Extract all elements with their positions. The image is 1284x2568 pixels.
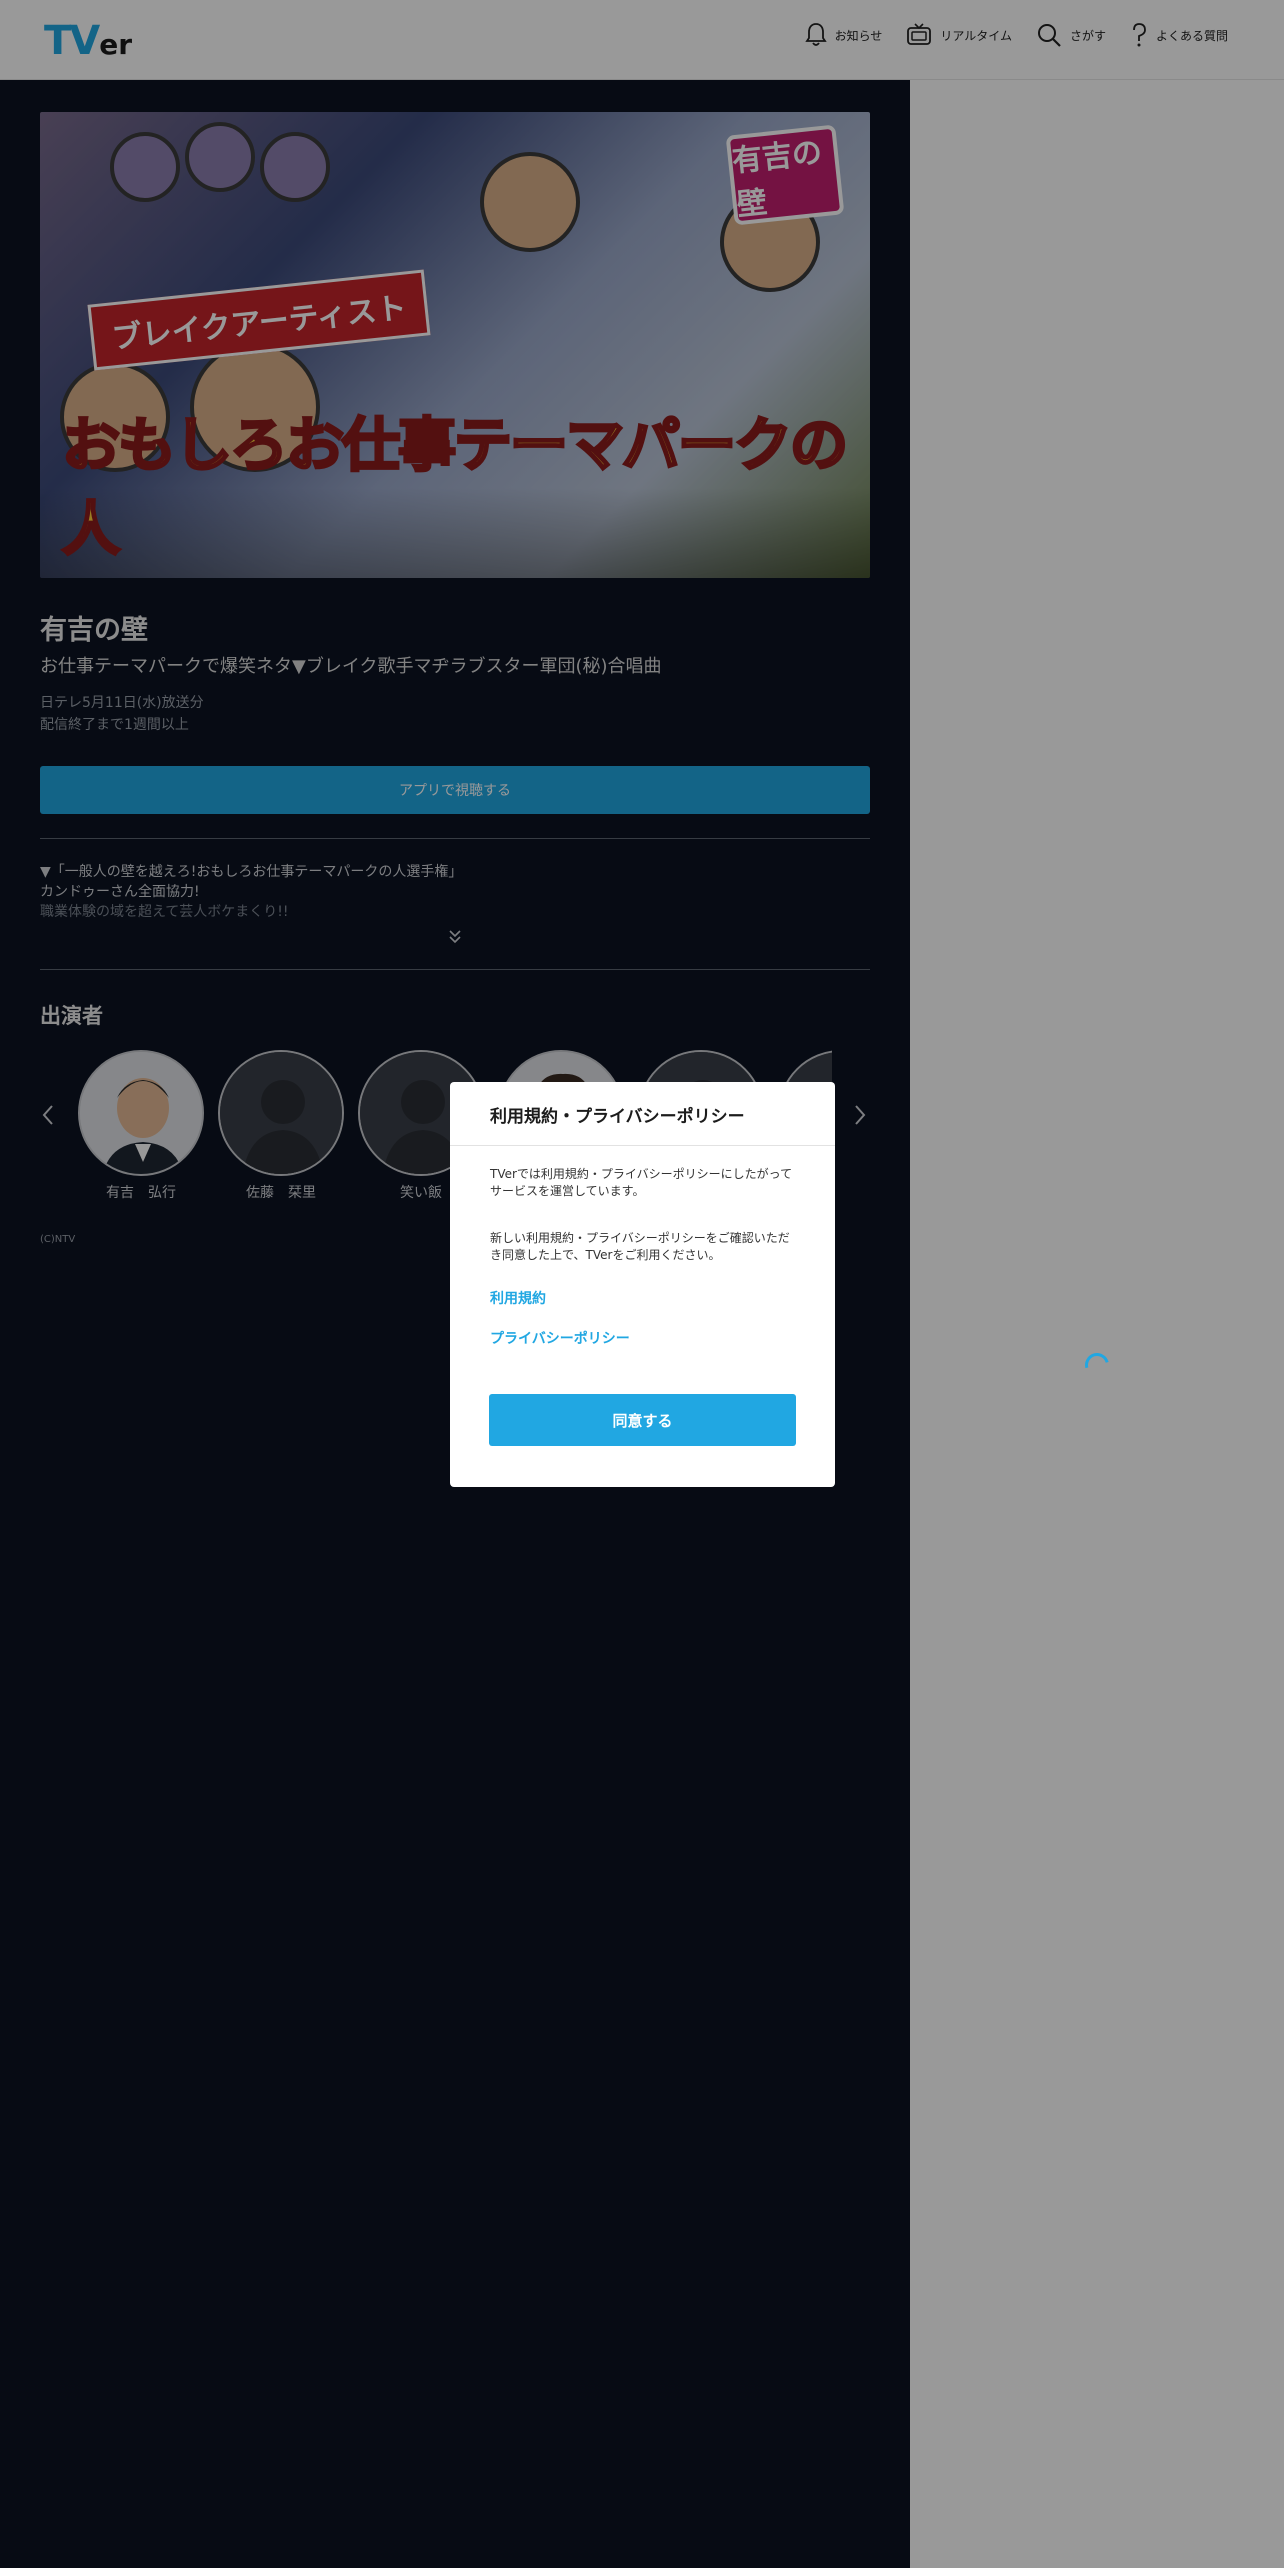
terms-modal: 利用規約・プライバシーポリシー TVerでは利用規約・プライバシーポリシーにした… [450,1082,835,1487]
modal-paragraph: TVerでは利用規約・プライバシーポリシーにしたがってサービスを運営しています。 [490,1167,793,1198]
privacy-policy-link[interactable]: プライバシーポリシー [490,1328,795,1348]
terms-link[interactable]: 利用規約 [490,1288,795,1308]
modal-paragraph: 新しい利用規約・プライバシーポリシーをご確認いただき同意した上で、TVerをご利… [490,1231,790,1262]
modal-body: TVerでは利用規約・プライバシーポリシーにしたがってサービスを運営しています。… [450,1146,835,1348]
modal-title: 利用規約・プライバシーポリシー [450,1082,835,1146]
agree-button[interactable]: 同意する [489,1394,796,1446]
